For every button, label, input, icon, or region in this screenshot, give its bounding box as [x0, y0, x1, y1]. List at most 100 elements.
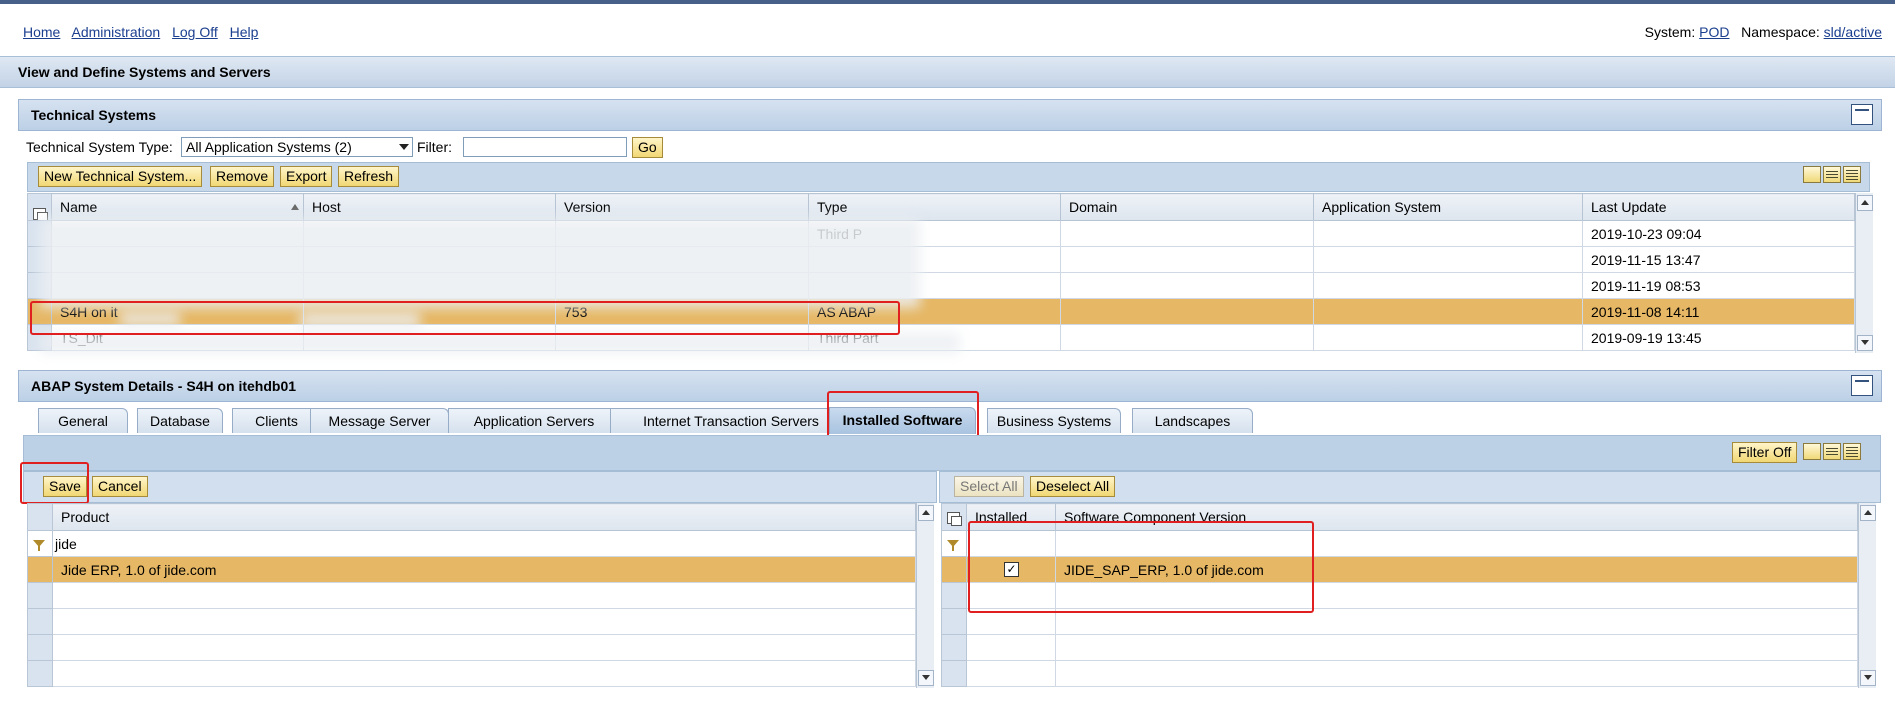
row-selector[interactable] [941, 582, 967, 609]
column-header-installed[interactable]: Installed [966, 503, 1056, 531]
row-selector[interactable] [27, 608, 53, 635]
column-header-last-update[interactable]: Last Update [1582, 193, 1855, 221]
cell-application-system [1313, 298, 1583, 325]
tab-installed-software[interactable]: Installed Software [829, 407, 976, 434]
table-row-selected[interactable]: Jide ERP, 1.0 of jide.com [27, 556, 916, 583]
system-type-select[interactable]: All Application Systems (2) [181, 137, 413, 157]
go-button[interactable]: Go [632, 137, 663, 158]
component-scrollbar[interactable] [1858, 503, 1876, 688]
row-selector[interactable] [27, 556, 53, 583]
cancel-button[interactable]: Cancel [92, 476, 148, 497]
abap-details-header: ABAP System Details - S4H on itehdb01 [18, 370, 1882, 402]
tab-landscapes[interactable]: Landscapes [1132, 408, 1253, 433]
namespace-label: Namespace: [1741, 24, 1820, 40]
home-link[interactable]: Home [23, 24, 60, 40]
select-all-cell[interactable] [27, 193, 52, 221]
namespace-link[interactable]: sld/active [1824, 24, 1882, 40]
cell-software-component: JIDE_SAP_ERP, 1.0 of jide.com [1055, 556, 1858, 583]
deselect-all-button[interactable]: Deselect All [1030, 476, 1116, 497]
tab-message-server[interactable]: Message Server [310, 408, 449, 433]
view-detail-icon[interactable] [1843, 443, 1861, 460]
select-all-cell[interactable] [27, 503, 53, 531]
installed-checkbox[interactable]: ✓ [1004, 562, 1019, 577]
tab-business-systems[interactable]: Business Systems [987, 408, 1121, 433]
table-row[interactable] [27, 660, 916, 687]
table-row[interactable] [27, 582, 916, 609]
redaction-blur [120, 312, 180, 326]
view-list-icon[interactable] [1823, 443, 1841, 460]
table-row[interactable] [941, 608, 1858, 635]
column-header-version[interactable]: Version [555, 193, 809, 221]
help-link[interactable]: Help [230, 24, 259, 40]
table-row[interactable] [27, 634, 916, 661]
log-off-link[interactable]: Log Off [172, 24, 218, 40]
row-selector[interactable] [941, 634, 967, 661]
table-row-selected[interactable]: ✓ JIDE_SAP_ERP, 1.0 of jide.com [941, 556, 1858, 583]
tab-application-servers[interactable]: Application Servers [448, 408, 620, 433]
export-button[interactable]: Export [280, 166, 333, 187]
product-scrollbar[interactable] [916, 503, 934, 688]
cell-application-system [1313, 324, 1583, 351]
technical-systems-scrollbar[interactable] [1855, 193, 1873, 353]
table-row[interactable] [941, 582, 1858, 609]
table-row[interactable] [941, 634, 1858, 661]
scroll-up-icon[interactable] [1860, 505, 1876, 521]
column-header-application-system[interactable]: Application System [1313, 193, 1583, 221]
row-selector[interactable] [941, 556, 967, 583]
view-mode-icon[interactable] [1803, 443, 1821, 460]
filter-input[interactable] [463, 137, 627, 157]
administration-link[interactable]: Administration [71, 24, 160, 40]
column-header-host[interactable]: Host [303, 193, 556, 221]
minimize-technical-systems-icon[interactable] [1851, 104, 1873, 125]
table-row[interactable] [27, 608, 916, 635]
system-link[interactable]: POD [1699, 24, 1729, 40]
column-header-domain[interactable]: Domain [1060, 193, 1314, 221]
tab-database[interactable]: Database [137, 408, 223, 433]
table-row[interactable] [941, 660, 1858, 687]
product-filter-input[interactable]: jide [52, 530, 916, 557]
view-mode-icon[interactable] [1803, 166, 1821, 183]
system-type-label: Technical System Type: [26, 139, 173, 155]
select-all-cell[interactable] [941, 503, 967, 531]
save-button[interactable]: Save [43, 476, 87, 497]
top-accent-line [0, 0, 1895, 4]
cell-component-empty [1055, 608, 1858, 635]
component-table: Installed Software Component Version ✓ J… [941, 503, 1858, 687]
installed-filter-input[interactable] [966, 530, 1056, 557]
select-all-button[interactable]: Select All [954, 476, 1024, 497]
scroll-up-icon[interactable] [918, 505, 934, 521]
minimize-details-icon[interactable] [1851, 375, 1873, 396]
row-selector[interactable] [941, 660, 967, 687]
cell-installed: ✓ [966, 556, 1056, 583]
view-detail-icon[interactable] [1843, 166, 1861, 183]
component-filter-input[interactable] [1055, 530, 1858, 557]
cell-installed-empty [966, 634, 1056, 661]
row-selector[interactable] [941, 608, 967, 635]
tab-general[interactable]: General [38, 408, 128, 433]
column-header-software-component-version[interactable]: Software Component Version [1055, 503, 1858, 531]
cell-last-update: 2019-09-19 13:45 [1582, 324, 1855, 351]
scroll-down-icon[interactable] [1860, 670, 1876, 686]
cell-application-system [1313, 272, 1583, 299]
column-header-name[interactable]: Name [51, 193, 304, 221]
column-header-type[interactable]: Type [808, 193, 1061, 221]
scroll-up-icon[interactable] [1857, 195, 1873, 211]
row-selector[interactable] [27, 582, 53, 609]
view-list-icon[interactable] [1823, 166, 1841, 183]
refresh-button[interactable]: Refresh [338, 166, 400, 187]
remove-button[interactable]: Remove [210, 166, 275, 187]
new-technical-system-button[interactable]: New Technical System... [38, 166, 203, 187]
scroll-down-icon[interactable] [918, 670, 934, 686]
tab-internet-transaction-servers[interactable]: Internet Transaction Servers [610, 408, 852, 433]
chevron-down-icon [399, 144, 409, 150]
cell-product-empty [52, 582, 916, 609]
row-selector[interactable] [27, 634, 53, 661]
tab-clients[interactable]: Clients [232, 408, 321, 433]
system-type-value: All Application Systems (2) [186, 139, 352, 155]
row-selector[interactable] [27, 660, 53, 687]
filter-off-button[interactable]: Filter Off [1732, 442, 1798, 463]
scroll-down-icon[interactable] [1857, 335, 1873, 351]
cell-product-empty [52, 660, 916, 687]
column-header-product[interactable]: Product [52, 503, 916, 531]
column-name-label: Name [60, 199, 98, 215]
